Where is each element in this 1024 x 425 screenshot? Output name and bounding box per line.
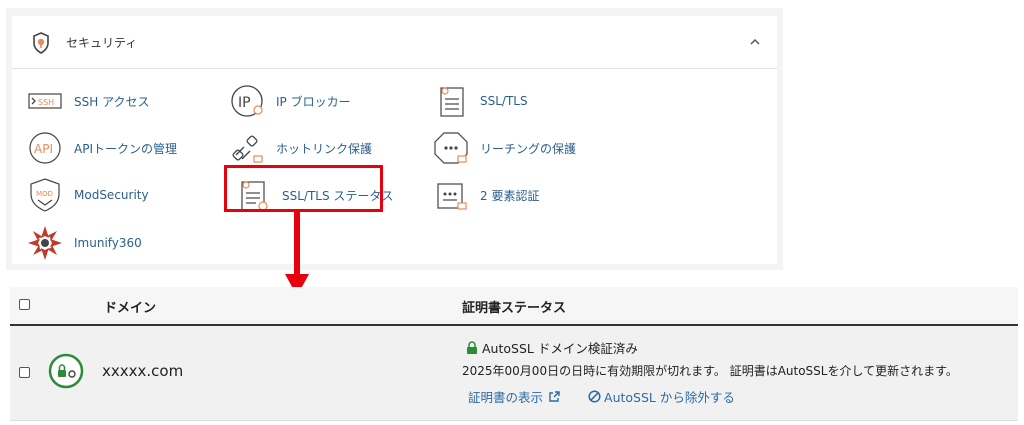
tool-modsecurity[interactable]: MOD ModSecurity — [26, 175, 149, 215]
status-detail: 2025年00月00日の日時に有効期限が切れます。 証明書はAutoSSLを介し… — [462, 364, 958, 378]
lock-icon — [467, 341, 477, 354]
ssl-tls-icon — [440, 87, 464, 117]
imunify360-icon — [28, 226, 62, 260]
ip-blocker-icon: IP — [231, 85, 263, 117]
security-tools: SSH SSH アクセス IP IP ブロッカー SSL/TLS API API… — [12, 69, 777, 264]
tool-label: ModSecurity — [74, 188, 149, 202]
tool-leech-protection[interactable]: リーチングの保護 — [432, 128, 576, 168]
row-checkbox[interactable] — [19, 367, 30, 378]
tool-ip-blocker[interactable]: IP IP ブロッカー — [228, 81, 351, 121]
tool-label: 2 要素認証 — [480, 188, 540, 203]
status-title-text: AutoSSL ドメイン検証済み — [482, 341, 638, 356]
security-panel-header[interactable]: セキュリティ — [12, 16, 777, 69]
ssl-secure-badge-icon — [48, 353, 84, 389]
tool-label: Imunify360 — [74, 236, 142, 250]
tool-api-tokens[interactable]: API APIトークンの管理 — [26, 128, 177, 168]
leech-protect-icon — [434, 132, 468, 164]
domain-name: xxxxx.com — [102, 362, 184, 380]
tool-imunify360[interactable]: Imunify360 — [26, 223, 142, 263]
svg-text:MOD: MOD — [36, 190, 53, 198]
api-icon: API — [29, 132, 61, 164]
tool-label: SSL/TLS — [480, 94, 528, 108]
table-header: ドメイン 証明書ステータス — [10, 287, 1018, 326]
column-cert-status[interactable]: 証明書ステータス — [462, 297, 566, 316]
table-row: xxxxx.com AutoSSL ドメイン検証済み 2025年00月00日の日… — [10, 326, 1018, 421]
highlight-box — [224, 165, 383, 212]
two-factor-icon — [437, 183, 467, 210]
tool-label: リーチングの保護 — [480, 141, 577, 156]
svg-text:SSH: SSH — [38, 98, 54, 107]
modsecurity-icon: MOD — [30, 178, 60, 212]
row-actions: 証明書の表示 AutoSSL から除外する — [468, 387, 735, 406]
tool-label: IP ブロッカー — [276, 94, 351, 109]
ban-icon — [588, 390, 601, 403]
shield-icon — [33, 32, 49, 54]
view-certificate-label: 証明書の表示 — [468, 390, 544, 405]
tool-hotlink-protection[interactable]: ホットリンク保護 — [228, 128, 372, 168]
status-title: AutoSSL ドメイン検証済み — [466, 338, 638, 357]
svg-text:IP: IP — [238, 95, 251, 111]
security-title: セキュリティ — [66, 36, 138, 50]
arrow-shaft — [294, 212, 300, 276]
tool-label: ホットリンク保護 — [276, 141, 373, 156]
tool-ssh-access[interactable]: SSH SSH アクセス — [26, 81, 149, 121]
hotlink-icon — [232, 135, 263, 163]
select-all-checkbox[interactable] — [19, 299, 30, 310]
column-domain[interactable]: ドメイン — [104, 297, 156, 316]
chevron-up-icon[interactable] — [749, 36, 761, 48]
tool-label: SSH アクセス — [74, 94, 150, 109]
ssh-icon: SSH — [28, 93, 62, 109]
security-panel: セキュリティ SSH SSH アクセス IP IP ブロッカー SSL/TLS … — [6, 8, 783, 270]
exclude-autossl-label: AutoSSL から除外する — [604, 390, 735, 405]
tool-label: APIトークンの管理 — [74, 141, 177, 156]
svg-text:API: API — [34, 142, 53, 156]
tool-ssl-tls[interactable]: SSL/TLS — [432, 81, 528, 121]
view-certificate-link[interactable]: 証明書の表示 — [468, 387, 560, 406]
exclude-autossl-link[interactable]: AutoSSL から除外する — [588, 387, 735, 406]
external-link-icon — [549, 390, 560, 402]
tool-two-factor-auth[interactable]: 2 要素認証 — [432, 175, 539, 215]
